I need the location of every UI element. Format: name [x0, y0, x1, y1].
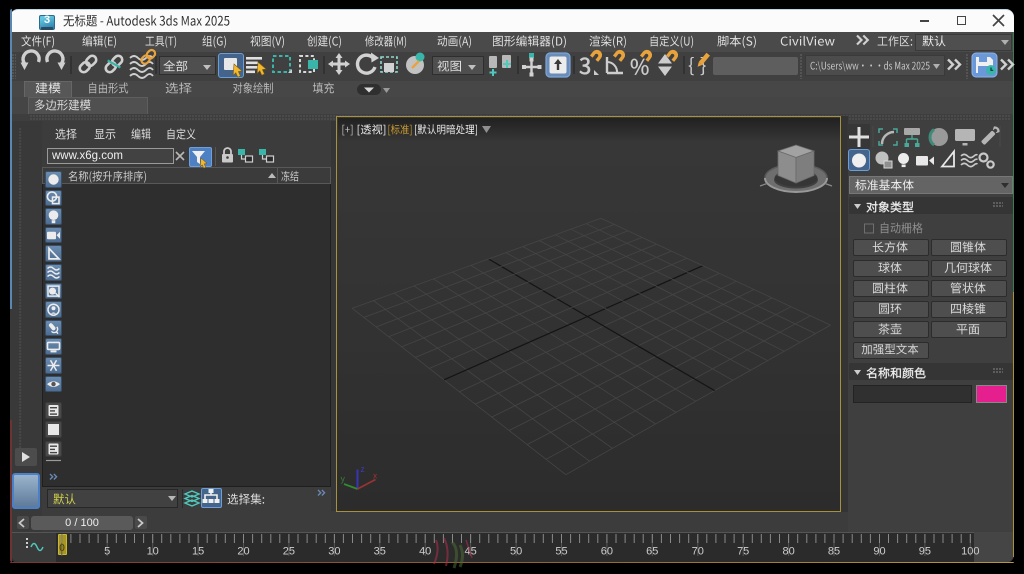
svg-text:100: 100 [961, 546, 979, 558]
svg-text:50: 50 [510, 546, 522, 558]
svg-text:15: 15 [192, 546, 204, 558]
svg-text:5: 5 [104, 546, 110, 558]
svg-text:55: 55 [555, 546, 567, 558]
svg-text:65: 65 [646, 546, 658, 558]
svg-text:95: 95 [919, 546, 931, 558]
svg-text:75: 75 [737, 546, 749, 558]
svg-text:60: 60 [601, 546, 613, 558]
svg-text:80: 80 [782, 546, 794, 558]
svg-text:70: 70 [692, 546, 704, 558]
svg-text:35: 35 [374, 546, 386, 558]
svg-text:85: 85 [828, 546, 840, 558]
svg-text:20: 20 [237, 546, 249, 558]
svg-text:30: 30 [328, 546, 340, 558]
svg-text:25: 25 [283, 546, 295, 558]
svg-text:40: 40 [419, 546, 431, 558]
svg-text:90: 90 [873, 546, 885, 558]
svg-text:10: 10 [147, 546, 159, 558]
